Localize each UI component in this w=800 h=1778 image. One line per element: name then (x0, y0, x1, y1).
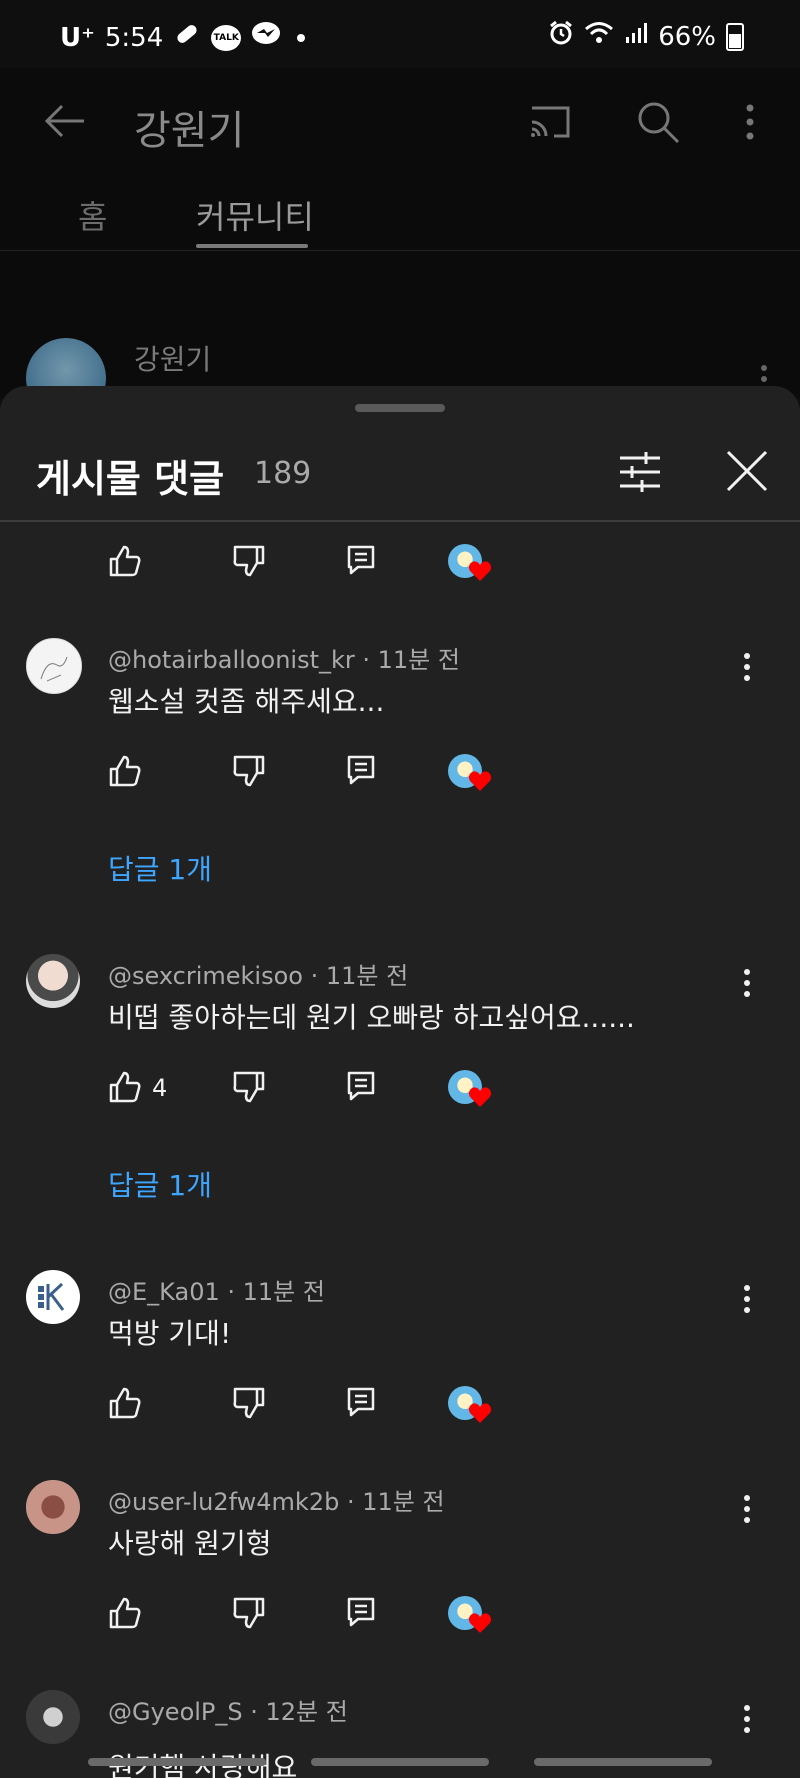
view-replies-link[interactable]: 답글 1개 (108, 848, 212, 888)
kakaotalk-icon: TALK (211, 24, 242, 51)
tab-selected-indicator (196, 244, 308, 248)
thumb-up-icon[interactable] (108, 1070, 142, 1104)
battery-icon (726, 22, 744, 51)
reply-comment-icon[interactable] (346, 1596, 376, 1628)
cast-icon[interactable] (526, 98, 574, 146)
filter-sliders-icon[interactable] (616, 448, 664, 496)
comment-avatar[interactable] (26, 954, 80, 1008)
comment-time: 11분 전 (362, 1488, 445, 1516)
creator-heart-icon (448, 1070, 492, 1110)
comment-time: 11분 전 (325, 962, 409, 990)
system-nav-bar (0, 1746, 800, 1778)
comment-avatar[interactable] (26, 1690, 80, 1744)
nav-home[interactable] (311, 1758, 489, 1766)
carrier-label: U⁺ (60, 22, 95, 53)
comment-actions (0, 1596, 800, 1636)
tab-community[interactable]: 커뮤니티 (196, 192, 314, 238)
comment-actions (0, 544, 800, 584)
thumb-down-icon[interactable] (232, 1386, 266, 1420)
thumb-down-icon[interactable] (232, 1070, 266, 1104)
wifi-icon (584, 20, 614, 53)
thumb-up-icon[interactable] (108, 544, 142, 578)
battery-percent: 66% (658, 21, 716, 52)
comment-time: 11분 전 (377, 646, 460, 674)
thumb-up-icon[interactable] (108, 1596, 142, 1630)
top-app-bar: 강원기 (0, 68, 800, 178)
reply-comment-icon[interactable] (346, 754, 376, 786)
post-author-name: 강원기 (134, 343, 212, 376)
creator-heart-icon (448, 1386, 492, 1426)
view-replies-link[interactable]: 답글 1개 (108, 1164, 212, 1204)
comment-avatar[interactable] (26, 1270, 80, 1324)
close-icon[interactable] (724, 448, 770, 494)
thumb-down-icon[interactable] (232, 1596, 266, 1630)
tab-home[interactable]: 홈 (78, 192, 107, 238)
comment-more-vert-icon[interactable] (740, 1702, 754, 1736)
back-arrow-icon[interactable] (40, 96, 90, 146)
reply-comment-icon[interactable] (346, 544, 376, 576)
clock: 5:54 (104, 22, 164, 53)
comment-more-vert-icon[interactable] (740, 966, 754, 1000)
creator-heart-icon (448, 754, 492, 794)
search-icon[interactable] (634, 98, 682, 146)
channel-title: 강원기 (134, 108, 245, 154)
comment-meta: @GyeolP_S · 12분 전 (108, 1698, 348, 1726)
thumb-up-icon[interactable] (108, 754, 142, 788)
reply-comment-icon[interactable] (346, 1386, 376, 1418)
signal-icon (624, 21, 648, 52)
comment-text: 웹소설 컷좀 해주세요... (108, 685, 385, 718)
nav-recent-apps[interactable] (88, 1758, 266, 1766)
more-vert-icon[interactable] (730, 98, 770, 146)
comment-meta: @E_Ka01 · 11분 전 (108, 1278, 325, 1306)
comment-avatar[interactable] (26, 1480, 80, 1534)
comment-author[interactable]: @GyeolP_S (108, 1698, 243, 1726)
status-bar: U⁺ 5:54 TALK 66% (0, 0, 800, 68)
comments-sheet: 게시물 댓글 189 @hotairballoonist_kr · 11분 전 … (0, 386, 800, 1778)
comment-meta: @sexcrimekisoo · 11분 전 (108, 962, 409, 990)
comment-avatar[interactable] (26, 638, 82, 694)
alarm-icon (548, 20, 574, 53)
like-count: 4 (152, 1074, 168, 1102)
comment-time: 12분 전 (265, 1698, 348, 1726)
pill-notification-icon (173, 20, 201, 55)
comment-text: 사랑해 원기형 (108, 1527, 272, 1560)
comment-author[interactable]: @sexcrimekisoo (108, 962, 303, 990)
comment-actions (0, 754, 800, 794)
comment-time: 11분 전 (242, 1278, 325, 1306)
comments-header: 게시물 댓글 189 (0, 422, 800, 522)
messenger-icon (251, 21, 281, 54)
comment-actions (0, 1386, 800, 1426)
thumb-down-icon[interactable] (232, 754, 266, 788)
comments-count: 189 (254, 456, 312, 491)
nav-back[interactable] (534, 1758, 712, 1766)
comment-text: 비떱 좋아하는데 원기 오빠랑 하고싶어요...... (108, 1001, 635, 1034)
thumb-down-icon[interactable] (232, 544, 266, 578)
reply-comment-icon[interactable] (346, 1070, 376, 1102)
creator-heart-icon (448, 1596, 492, 1636)
comment-author[interactable]: @user-lu2fw4mk2b (108, 1488, 339, 1516)
more-notifications-dot-icon (297, 33, 306, 42)
comment-more-vert-icon[interactable] (740, 1492, 754, 1526)
comment-text: 먹방 기대! (108, 1317, 232, 1350)
comment-actions: 4 (0, 1070, 800, 1110)
comment-author[interactable]: @hotairballoonist_kr (108, 646, 355, 674)
channel-tabs: 홈 커뮤니티 (0, 178, 800, 251)
comment-meta: @user-lu2fw4mk2b · 11분 전 (108, 1488, 445, 1516)
comments-title: 게시물 댓글 (36, 457, 225, 501)
status-left: U⁺ 5:54 TALK (60, 20, 306, 55)
status-right: 66% (548, 20, 744, 53)
drag-handle[interactable] (355, 404, 445, 412)
comment-more-vert-icon[interactable] (740, 650, 754, 684)
thumb-up-icon[interactable] (108, 1386, 142, 1420)
comment-more-vert-icon[interactable] (740, 1282, 754, 1316)
comment-meta: @hotairballoonist_kr · 11분 전 (108, 646, 460, 674)
channel-page-background: 강원기 홈 커뮤니티 강원기 (0, 68, 800, 418)
comment-author[interactable]: @E_Ka01 (108, 1278, 220, 1306)
creator-heart-icon (448, 544, 492, 584)
